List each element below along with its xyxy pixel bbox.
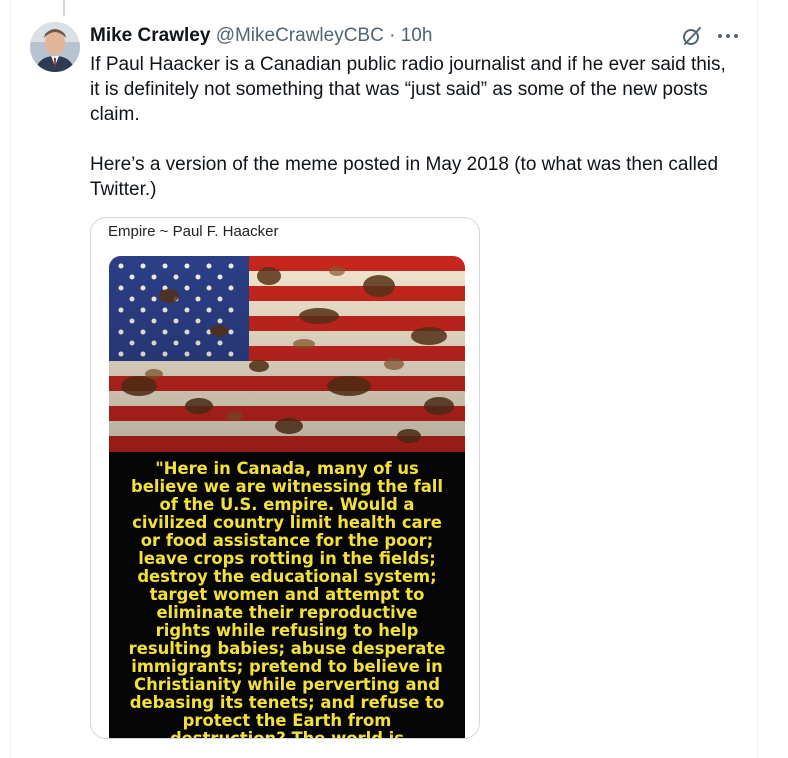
- more-icon: [718, 34, 738, 38]
- timestamp[interactable]: 10h: [401, 25, 433, 46]
- grok-button[interactable]: [680, 24, 704, 48]
- avatar-image: [30, 22, 80, 72]
- tweet-actions: [676, 24, 746, 50]
- author-name[interactable]: Mike Crawley: [90, 25, 210, 46]
- author-handle[interactable]: @MikeCrawleyCBC: [216, 25, 384, 46]
- quote-panel: "Here in Canada, many of us believe we a…: [109, 452, 465, 739]
- thread-connector-line: [63, 0, 65, 16]
- more-button[interactable]: [714, 24, 742, 48]
- separator: ·: [389, 25, 396, 46]
- media-card[interactable]: Empire ~ Paul F. Haacker "Here in Canada…: [90, 217, 480, 739]
- avatar[interactable]: [30, 22, 80, 72]
- tweet-header: Mike Crawley @MikeCrawleyCBC · 10h: [90, 24, 728, 48]
- tweet-text: If Paul Haacker is a Canadian public rad…: [90, 54, 726, 200]
- meme-quote-text: "Here in Canada, many of us believe we a…: [128, 459, 446, 739]
- grok-icon: [683, 27, 701, 45]
- rusted-us-flag-image: [109, 256, 465, 452]
- media-caption: Empire ~ Paul F. Haacker: [108, 223, 279, 240]
